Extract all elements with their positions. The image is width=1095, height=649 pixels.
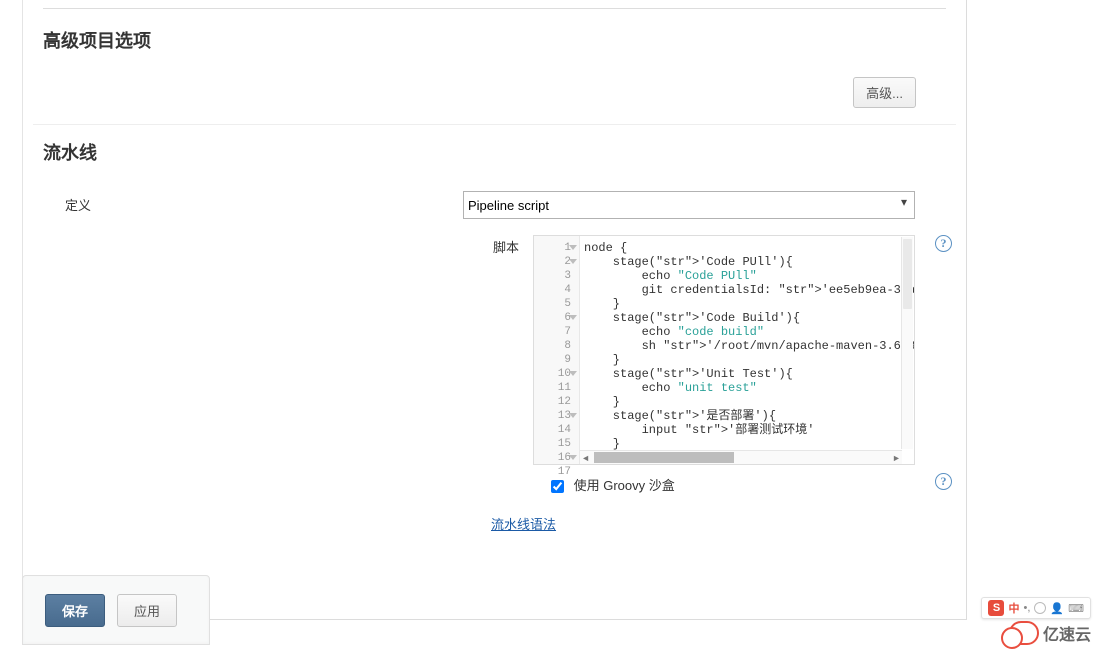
editor-scroll-vertical[interactable] xyxy=(901,237,913,449)
scroll-right-icon[interactable]: ► xyxy=(894,454,899,464)
corner-logos: S 中 •, 👤 ⌨ 亿速云 xyxy=(981,597,1095,645)
ime-s-icon: S xyxy=(988,600,1004,616)
ime-bar[interactable]: S 中 •, 👤 ⌨ xyxy=(981,597,1091,619)
help-icon[interactable]: ? xyxy=(935,473,952,490)
ime-zh-icon: 中 xyxy=(1008,600,1019,616)
cloud-icon xyxy=(1009,621,1039,645)
script-editor[interactable]: 1234567891011121314151617 node { stage("… xyxy=(533,235,915,465)
editor-scroll-horizontal[interactable]: ◄ ► xyxy=(580,450,902,464)
groovy-sandbox-checkbox[interactable] xyxy=(551,480,564,493)
ime-punct-icon: •, xyxy=(1023,602,1030,614)
apply-button[interactable]: 应用 xyxy=(117,594,177,627)
definition-label: 定义 xyxy=(43,191,463,214)
ime-user-icon: 👤 xyxy=(1050,602,1064,615)
editor-gutter: 1234567891011121314151617 xyxy=(534,236,580,464)
groovy-sandbox-text: 使用 Groovy 沙盒 xyxy=(574,478,675,493)
advanced-button[interactable]: 高级... xyxy=(853,77,916,108)
scroll-left-icon[interactable]: ◄ xyxy=(583,454,588,464)
brand-logo: 亿速云 xyxy=(981,621,1091,645)
save-button[interactable]: 保存 xyxy=(45,594,105,627)
editor-code-area[interactable]: node { stage("str">'Code PUll'){ echo "C… xyxy=(580,236,914,464)
config-panel: 高级项目选项 高级... 流水线 定义 Pipeline script 脚本 xyxy=(22,0,967,620)
ime-mic-icon xyxy=(1034,602,1046,614)
advanced-options-row: 高级... xyxy=(33,59,956,125)
ime-keyboard-icon: ⌨ xyxy=(1068,602,1084,615)
divider xyxy=(43,8,946,9)
groovy-sandbox-label[interactable]: 使用 Groovy 沙盒 xyxy=(547,478,675,493)
advanced-options-title: 高级项目选项 xyxy=(43,27,946,53)
sticky-footer: 保存 应用 xyxy=(22,575,210,645)
brand-text: 亿速云 xyxy=(1043,621,1091,645)
script-label: 脚本 xyxy=(43,235,533,256)
pipeline-title: 流水线 xyxy=(43,139,946,165)
pipeline-syntax-link[interactable]: 流水线语法 xyxy=(491,517,556,532)
help-icon[interactable]: ? xyxy=(935,235,952,252)
definition-select[interactable]: Pipeline script xyxy=(463,191,915,219)
